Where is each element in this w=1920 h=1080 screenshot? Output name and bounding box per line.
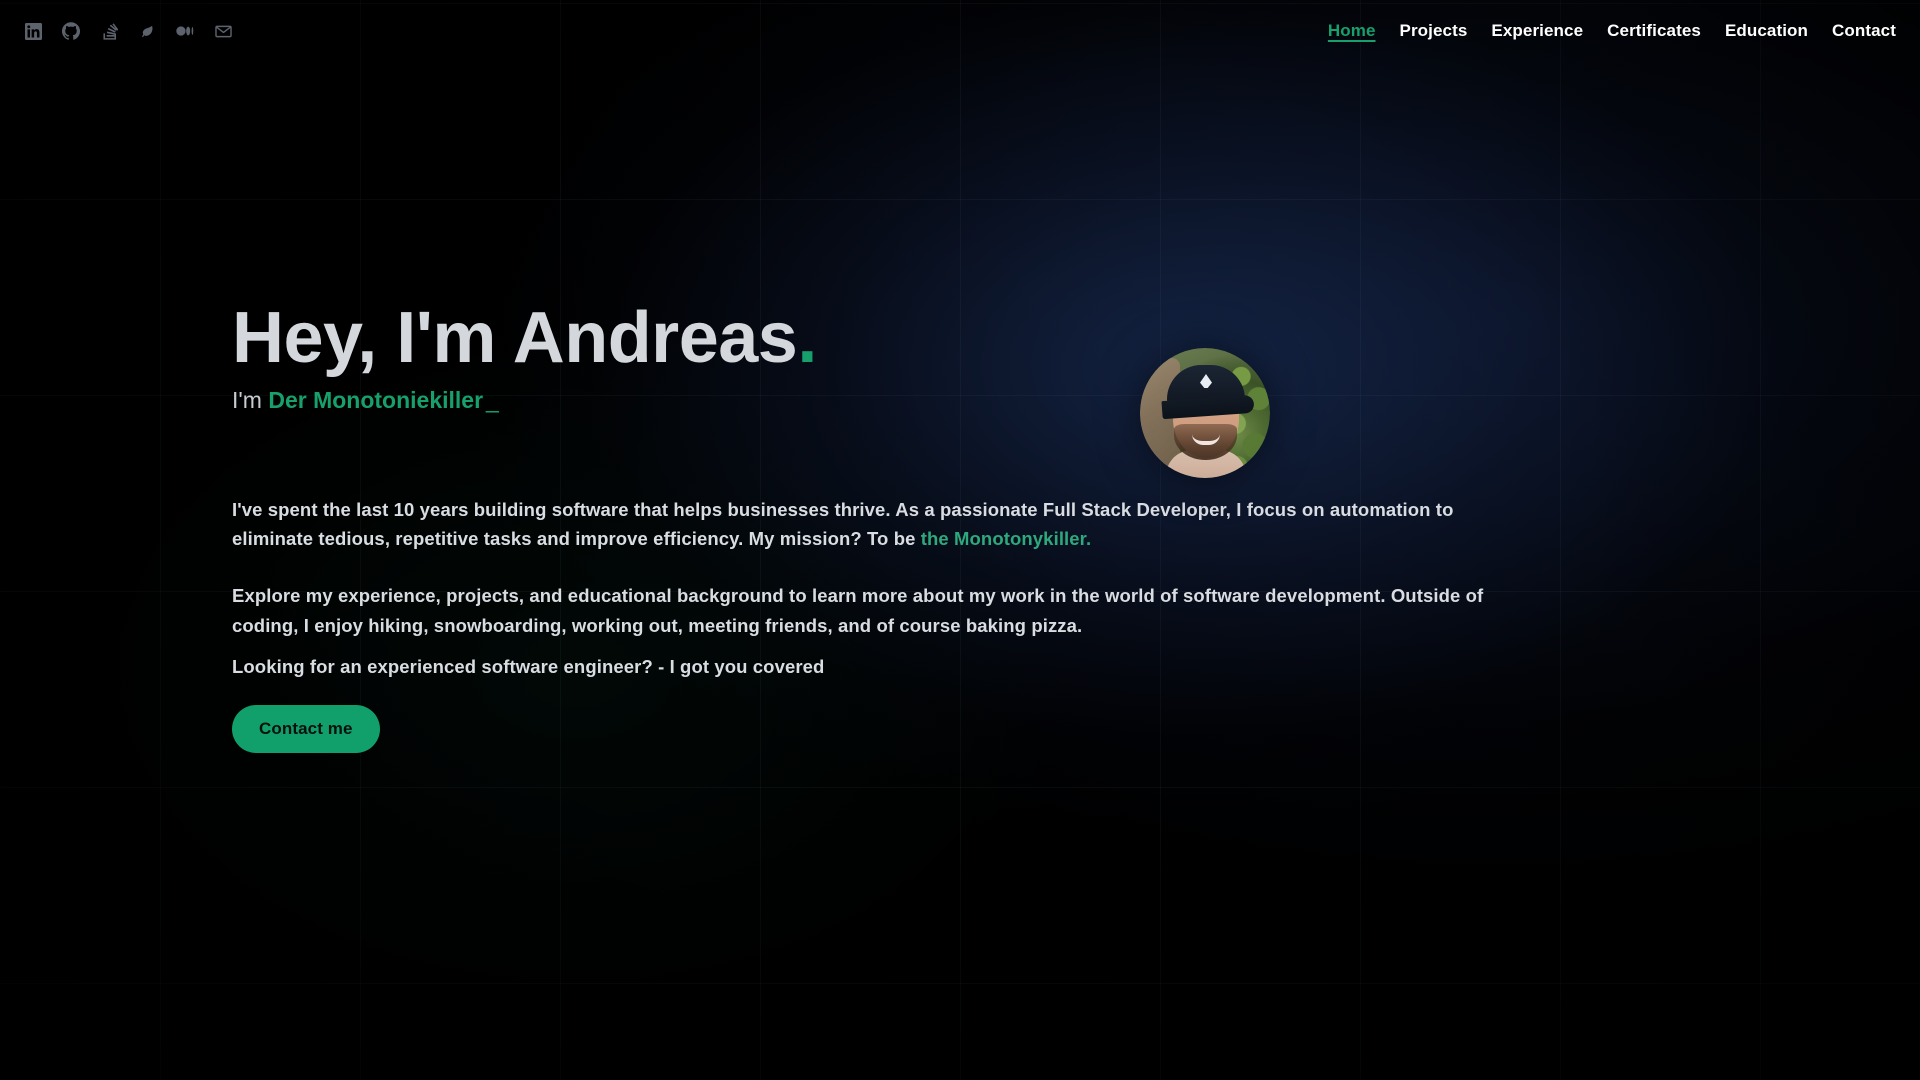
hero-subtitle-prefix: I'm: [232, 387, 269, 414]
contact-me-button[interactable]: Contact me: [232, 705, 380, 753]
hero-section: Hey, I'm Andreas. I'm Der Monotoniekille…: [232, 300, 1552, 415]
nav-item-projects[interactable]: Projects: [1400, 21, 1468, 41]
hero-title-dot: .: [797, 298, 817, 378]
hero-title-text: Hey, I'm Andreas: [232, 298, 798, 378]
page-root: Home Projects Experience Certificates Ed…: [0, 0, 1920, 1080]
hero-subtitle-highlight: Der Monotoniekiller: [268, 387, 484, 414]
paragraph-explore: Explore my experience, projects, and edu…: [232, 585, 1484, 636]
hero-description: I've spent the last 10 years building so…: [232, 495, 1522, 681]
avatar: [1140, 348, 1270, 478]
leaf-icon[interactable]: [132, 16, 162, 46]
mail-icon[interactable]: [208, 16, 238, 46]
cta-row: Contact me: [232, 705, 380, 753]
medium-icon[interactable]: [170, 16, 200, 46]
linkedin-icon[interactable]: [18, 16, 48, 46]
paragraph-hiring: Looking for an experienced software engi…: [232, 655, 825, 677]
stackoverflow-icon[interactable]: [94, 16, 124, 46]
page-title: Hey, I'm Andreas.: [232, 300, 1552, 376]
hero-subtitle: I'm Der Monotoniekiller _: [232, 386, 1552, 415]
nav-item-home[interactable]: Home: [1328, 21, 1376, 41]
nav-item-experience[interactable]: Experience: [1491, 21, 1583, 41]
paragraph-intro: I've spent the last 10 years building so…: [232, 495, 1522, 553]
monotonykiller-link[interactable]: the Monotonykiller.: [921, 528, 1091, 549]
typing-caret: _: [486, 387, 499, 414]
nav-item-certificates[interactable]: Certificates: [1607, 21, 1701, 41]
paragraph-intro-text: I've spent the last 10 years building so…: [232, 499, 1454, 550]
main-navigation: Home Projects Experience Certificates Ed…: [1328, 21, 1896, 41]
github-icon[interactable]: [56, 16, 86, 46]
nav-item-education[interactable]: Education: [1725, 21, 1808, 41]
avatar-photo: [1140, 348, 1270, 478]
nav-item-contact[interactable]: Contact: [1832, 21, 1896, 41]
site-header: Home Projects Experience Certificates Ed…: [0, 0, 1920, 62]
social-links: [18, 16, 238, 46]
